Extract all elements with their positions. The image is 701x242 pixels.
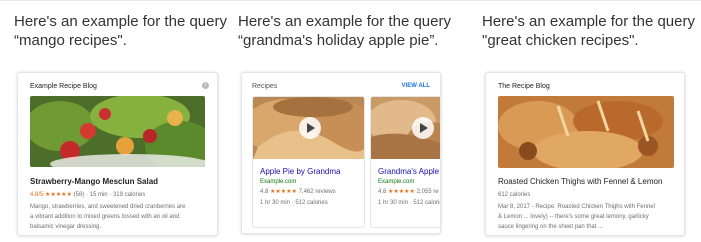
recipe-carousel-card: Recipes VIEW ALL Apple Pie by Grandma Ex… <box>241 72 441 234</box>
recipe-desc-line1: Mar 8, 2017 - Recipe: Roasted Chicken Th… <box>498 204 655 210</box>
star-rating-icon: ★★★★★ <box>45 192 72 198</box>
review-count: 2,055 re <box>416 189 439 195</box>
example-column-apple-pie: Here's an example for the query “grandma… <box>238 12 451 50</box>
query-caption-line1: Here's an example for the query <box>482 13 695 30</box>
info-icon[interactable]: i <box>202 82 209 89</box>
chicken-image <box>498 96 674 168</box>
query-caption-line1: Here's an example for the query <box>238 13 451 30</box>
carousel-item-2[interactable]: Grandma's Apple P Example.com 4.6 ★★★★★ … <box>370 96 441 228</box>
recipe-card-chicken[interactable]: The Recipe Blog Roasted Chicken Thighs w… <box>485 72 685 236</box>
play-video-icon[interactable] <box>412 117 434 139</box>
query-caption-line2: “mango recipes". <box>14 32 127 49</box>
recipe-desc-line3: sauce lingering on the sheet pan that ..… <box>498 224 604 230</box>
carousel-item-title[interactable]: Grandma's Apple P <box>378 167 440 176</box>
salad-image <box>30 96 205 167</box>
recipe-card-mango[interactable]: Example Recipe Blog i Strawberry-Mango M… <box>17 72 218 236</box>
carousel-item-rating-row: 4.8 ★★★★★ 7,462 reviews <box>260 188 336 197</box>
star-rating-icon: ★★★★★ <box>270 189 297 195</box>
recipe-meta: (58) · 15 min · 319 calories <box>73 192 146 198</box>
carousel-item-meta: 1 hr 30 min · 512 calories <box>260 200 328 206</box>
star-rating-icon: ★★★★★ <box>388 189 415 195</box>
rating-value: 4.6 <box>378 189 387 195</box>
query-caption-line2: “grandma's holiday apple pie”. <box>238 32 439 49</box>
carousel-item-site: Example.com <box>378 179 415 185</box>
carousel-item-1[interactable]: Apple Pie by Grandma Example.com 4.8 ★★★… <box>252 96 365 228</box>
recipe-rating-row: 4.8/5 ★★★★★ (58) · 15 min · 319 calories <box>30 191 145 200</box>
review-count: 7,462 reviews <box>298 189 336 195</box>
recipe-calories: 612 calories <box>498 192 531 198</box>
rating-value: 4.8/5 <box>30 192 44 198</box>
view-all-link[interactable]: VIEW ALL <box>402 83 430 89</box>
recipe-desc-line2: a vibrant addition to mixed greens tosse… <box>30 214 180 220</box>
top-divider <box>0 0 701 1</box>
recipe-desc-line3: balsamic vinegar dressing. <box>30 224 102 230</box>
carousel-item-meta: 1 hr 30 min · 512 calories <box>378 200 441 206</box>
card-source-name: Example Recipe Blog <box>30 83 97 90</box>
card-source-name: The Recipe Blog <box>498 83 550 90</box>
play-video-icon[interactable] <box>299 117 321 139</box>
carousel-item-rating-row: 4.6 ★★★★★ 2,055 re <box>378 188 439 197</box>
carousel-item-site: Example.com <box>260 179 297 185</box>
example-column-chicken: Here's an example for the query "great c… <box>482 12 695 50</box>
example-column-mango: Here's an example for the query “mango r… <box>14 12 227 50</box>
recipe-desc-line2: & Lemon ... lovely) -- there's some grea… <box>498 214 649 220</box>
recipe-title[interactable]: Roasted Chicken Thighs with Fennel & Lem… <box>498 177 662 186</box>
query-caption-line1: Here's an example for the query <box>14 13 227 30</box>
rating-value: 4.8 <box>260 189 269 195</box>
query-caption-line2: "great chicken recipes". <box>482 32 639 49</box>
recipe-desc-line1: Mango, strawberries, and sweetened dried… <box>30 204 186 210</box>
carousel-header: Recipes <box>252 83 278 90</box>
carousel-item-title[interactable]: Apple Pie by Grandma <box>260 167 341 176</box>
recipe-title[interactable]: Strawberry-Mango Mesclun Salad <box>30 177 158 186</box>
